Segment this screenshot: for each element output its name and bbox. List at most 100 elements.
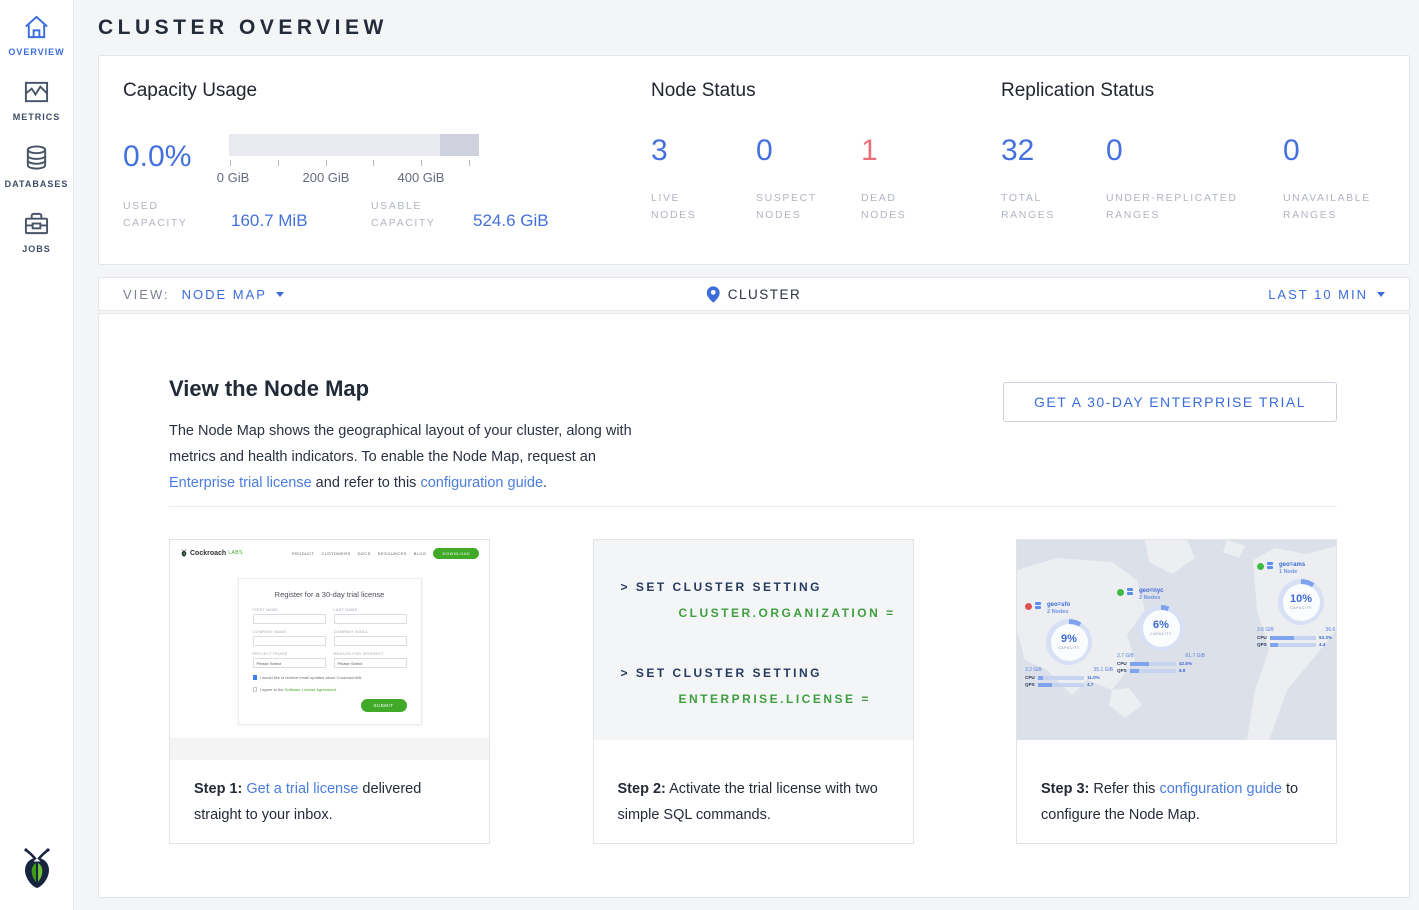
node-map-location-sfo: geo=sfo2 Nodes 9% CAPACITY 3.2 GiB35.1 G… — [1025, 602, 1113, 687]
chevron-down-icon — [276, 292, 284, 297]
replication-status-title: Replication Status — [1001, 80, 1409, 102]
capacity-donut: 6% CAPACITY — [1138, 605, 1184, 651]
unavailable-ranges-stat: 0 UNAVAILABLERANGES — [1283, 134, 1388, 224]
trial-license-signup-preview: Cockroach LABS PRODUCT CUSTOMERS DOCS RE… — [170, 540, 489, 760]
mini-nav-item: CUSTOMERS — [322, 551, 351, 556]
status-dot-ok — [1117, 589, 1124, 596]
unavailable-ranges-value: 0 — [1283, 134, 1388, 168]
mini-input — [334, 614, 407, 624]
nodes-icon — [1127, 588, 1136, 597]
mini-select: Please Select — [334, 658, 407, 668]
breadcrumb-cluster: CLUSTER — [707, 286, 802, 303]
step3-card: geo=sfo2 Nodes 9% CAPACITY 3.2 GiB35.1 G… — [1016, 539, 1337, 844]
sidebar-item-metrics[interactable]: METRICS — [0, 79, 74, 122]
configuration-guide-link[interactable]: configuration guide — [1159, 781, 1282, 797]
total-ranges-label: TOTALRANGES — [1001, 190, 1106, 224]
step2-caption: Step 2: Activate the trial license with … — [594, 740, 913, 828]
capacity-used-percent: 0.0% — [123, 134, 229, 186]
mini-input — [334, 636, 407, 646]
node-map-preview: geo=sfo2 Nodes 9% CAPACITY 3.2 GiB35.1 G… — [1017, 540, 1336, 740]
mini-checkbox-checked — [253, 675, 258, 680]
cockroachdb-logo — [16, 845, 58, 896]
sidebar-item-jobs[interactable]: JOBS — [0, 211, 74, 254]
total-ranges-value: 32 — [1001, 134, 1106, 168]
tick-label: 0 GiB — [217, 170, 250, 185]
mini-submit-button: SUBMIT — [361, 699, 407, 712]
cockroach-bug-icon — [180, 548, 188, 558]
nodes-icon — [1267, 562, 1276, 571]
capacity-usage-section: Capacity Usage 0.0% 0 GiB 200 GiB 400 Gi… — [99, 56, 651, 264]
page-title: CLUSTER OVERVIEW — [98, 0, 1410, 55]
tick-label: 400 GiB — [398, 170, 445, 185]
usable-capacity-value: 524.6 GiB — [473, 211, 549, 232]
capacity-gauge: 0 GiB 200 GiB 400 GiB — [229, 134, 479, 186]
view-selector-dropdown[interactable]: NODE MAP — [182, 287, 284, 302]
mini-select: Please Select — [253, 658, 326, 668]
sql-line: CLUSTER.ORGANIZATION = — [621, 606, 913, 620]
replication-status-section: Replication Status 32 TOTALRANGES 0 UNDE… — [1001, 56, 1409, 264]
capacity-donut: 9% CAPACITY — [1046, 619, 1092, 665]
node-map-panel: View the Node Map The Node Map shows the… — [98, 313, 1410, 898]
metrics-icon — [23, 79, 50, 105]
mini-nav-item: PRODUCT — [292, 551, 315, 556]
mini-form-title: Register for a 30-day trial license — [253, 590, 407, 599]
suspect-nodes-stat: 0 SUSPECTNODES — [756, 134, 861, 224]
capacity-donut: 10% CAPACITY — [1278, 579, 1324, 625]
suspect-nodes-value: 0 — [756, 134, 861, 168]
live-nodes-label: LIVENODES — [651, 190, 756, 224]
node-status-title: Node Status — [651, 80, 1001, 102]
mini-input — [253, 614, 326, 624]
used-capacity-label: USED CAPACITY — [123, 198, 231, 232]
sql-line: > SET CLUSTER SETTING — [621, 580, 913, 594]
node-map-location-ams: geo=ams1 Node 10% CAPACITY 3.6 GiB36.6 G… — [1257, 562, 1336, 647]
under-replicated-ranges-value: 0 — [1106, 134, 1283, 168]
live-nodes-value: 3 — [651, 134, 756, 168]
jobs-icon — [23, 211, 50, 237]
view-label: VIEW: — [123, 287, 170, 302]
mini-checkbox-empty — [253, 687, 258, 692]
sql-commands-preview: > SET CLUSTER SETTING CLUSTER.ORGANIZATI… — [594, 540, 913, 740]
mini-nav-item: RESOURCES — [378, 551, 407, 556]
capacity-gauge-bar — [229, 134, 479, 156]
unavailable-ranges-label: UNAVAILABLERANGES — [1283, 190, 1388, 224]
map-pin-icon — [707, 286, 720, 303]
dead-nodes-value: 1 — [861, 134, 966, 168]
enterprise-trial-license-link[interactable]: Enterprise trial license — [169, 475, 312, 491]
sql-line: > SET CLUSTER SETTING — [621, 666, 913, 680]
capacity-gauge-reserved-segment — [440, 134, 479, 156]
total-ranges-stat: 32 TOTALRANGES — [1001, 134, 1106, 224]
cluster-summary-panel: Capacity Usage 0.0% 0 GiB 200 GiB 400 Gi… — [98, 55, 1410, 265]
step1-card: Cockroach LABS PRODUCT CUSTOMERS DOCS RE… — [169, 539, 490, 844]
step1-caption: Step 1: Get a trial license delivered st… — [170, 760, 489, 828]
time-range-dropdown[interactable]: LAST 10 MIN — [1268, 287, 1385, 302]
cockroach-labs-logo: Cockroach LABS — [180, 548, 243, 558]
divider — [169, 506, 1337, 507]
mini-site-footer — [170, 738, 489, 760]
dead-nodes-label: DEADNODES — [861, 190, 966, 224]
under-replicated-ranges-label: UNDER-REPLICATEDRANGES — [1106, 190, 1283, 224]
mini-input — [253, 636, 326, 646]
usable-capacity-label: USABLE CAPACITY — [371, 198, 473, 232]
node-status-section: Node Status 3 LIVENODES 0 SUSPECTNODES 1 — [651, 56, 1001, 264]
dead-nodes-stat: 1 DEADNODES — [861, 134, 966, 224]
nodes-icon — [1035, 602, 1044, 611]
status-dot-ok — [1257, 563, 1264, 570]
suspect-nodes-label: SUSPECTNODES — [756, 190, 861, 224]
sidebar-item-databases[interactable]: DATABASES — [0, 144, 74, 189]
step3-caption: Step 3: Refer this configuration guide t… — [1017, 740, 1336, 828]
status-dot-warning — [1025, 603, 1032, 610]
get-trial-license-link[interactable]: Get a trial license — [246, 781, 358, 797]
sidebar: OVERVIEW METRICS DATABASES JOBS — [0, 0, 74, 910]
configuration-guide-link[interactable]: configuration guide — [420, 475, 543, 491]
main-content: CLUSTER OVERVIEW Capacity Usage 0.0% 0 G… — [74, 0, 1419, 898]
node-map-location-nyc: geo=nyc2 Nodes 6% CAPACITY 3.7 GiB61.7 G… — [1117, 588, 1205, 673]
sql-line: ENTERPRISE.LICENSE = — [621, 692, 913, 706]
capacity-gauge-ticks — [229, 160, 479, 167]
home-icon — [23, 14, 50, 40]
enterprise-trial-button[interactable]: GET A 30-DAY ENTERPRISE TRIAL — [1003, 382, 1337, 422]
live-nodes-stat: 3 LIVENODES — [651, 134, 756, 224]
tick-label: 200 GiB — [303, 170, 350, 185]
trial-registration-form: Register for a 30-day trial license FIRS… — [238, 578, 422, 725]
sidebar-item-overview[interactable]: OVERVIEW — [0, 14, 74, 57]
capacity-usage-title: Capacity Usage — [123, 80, 651, 102]
